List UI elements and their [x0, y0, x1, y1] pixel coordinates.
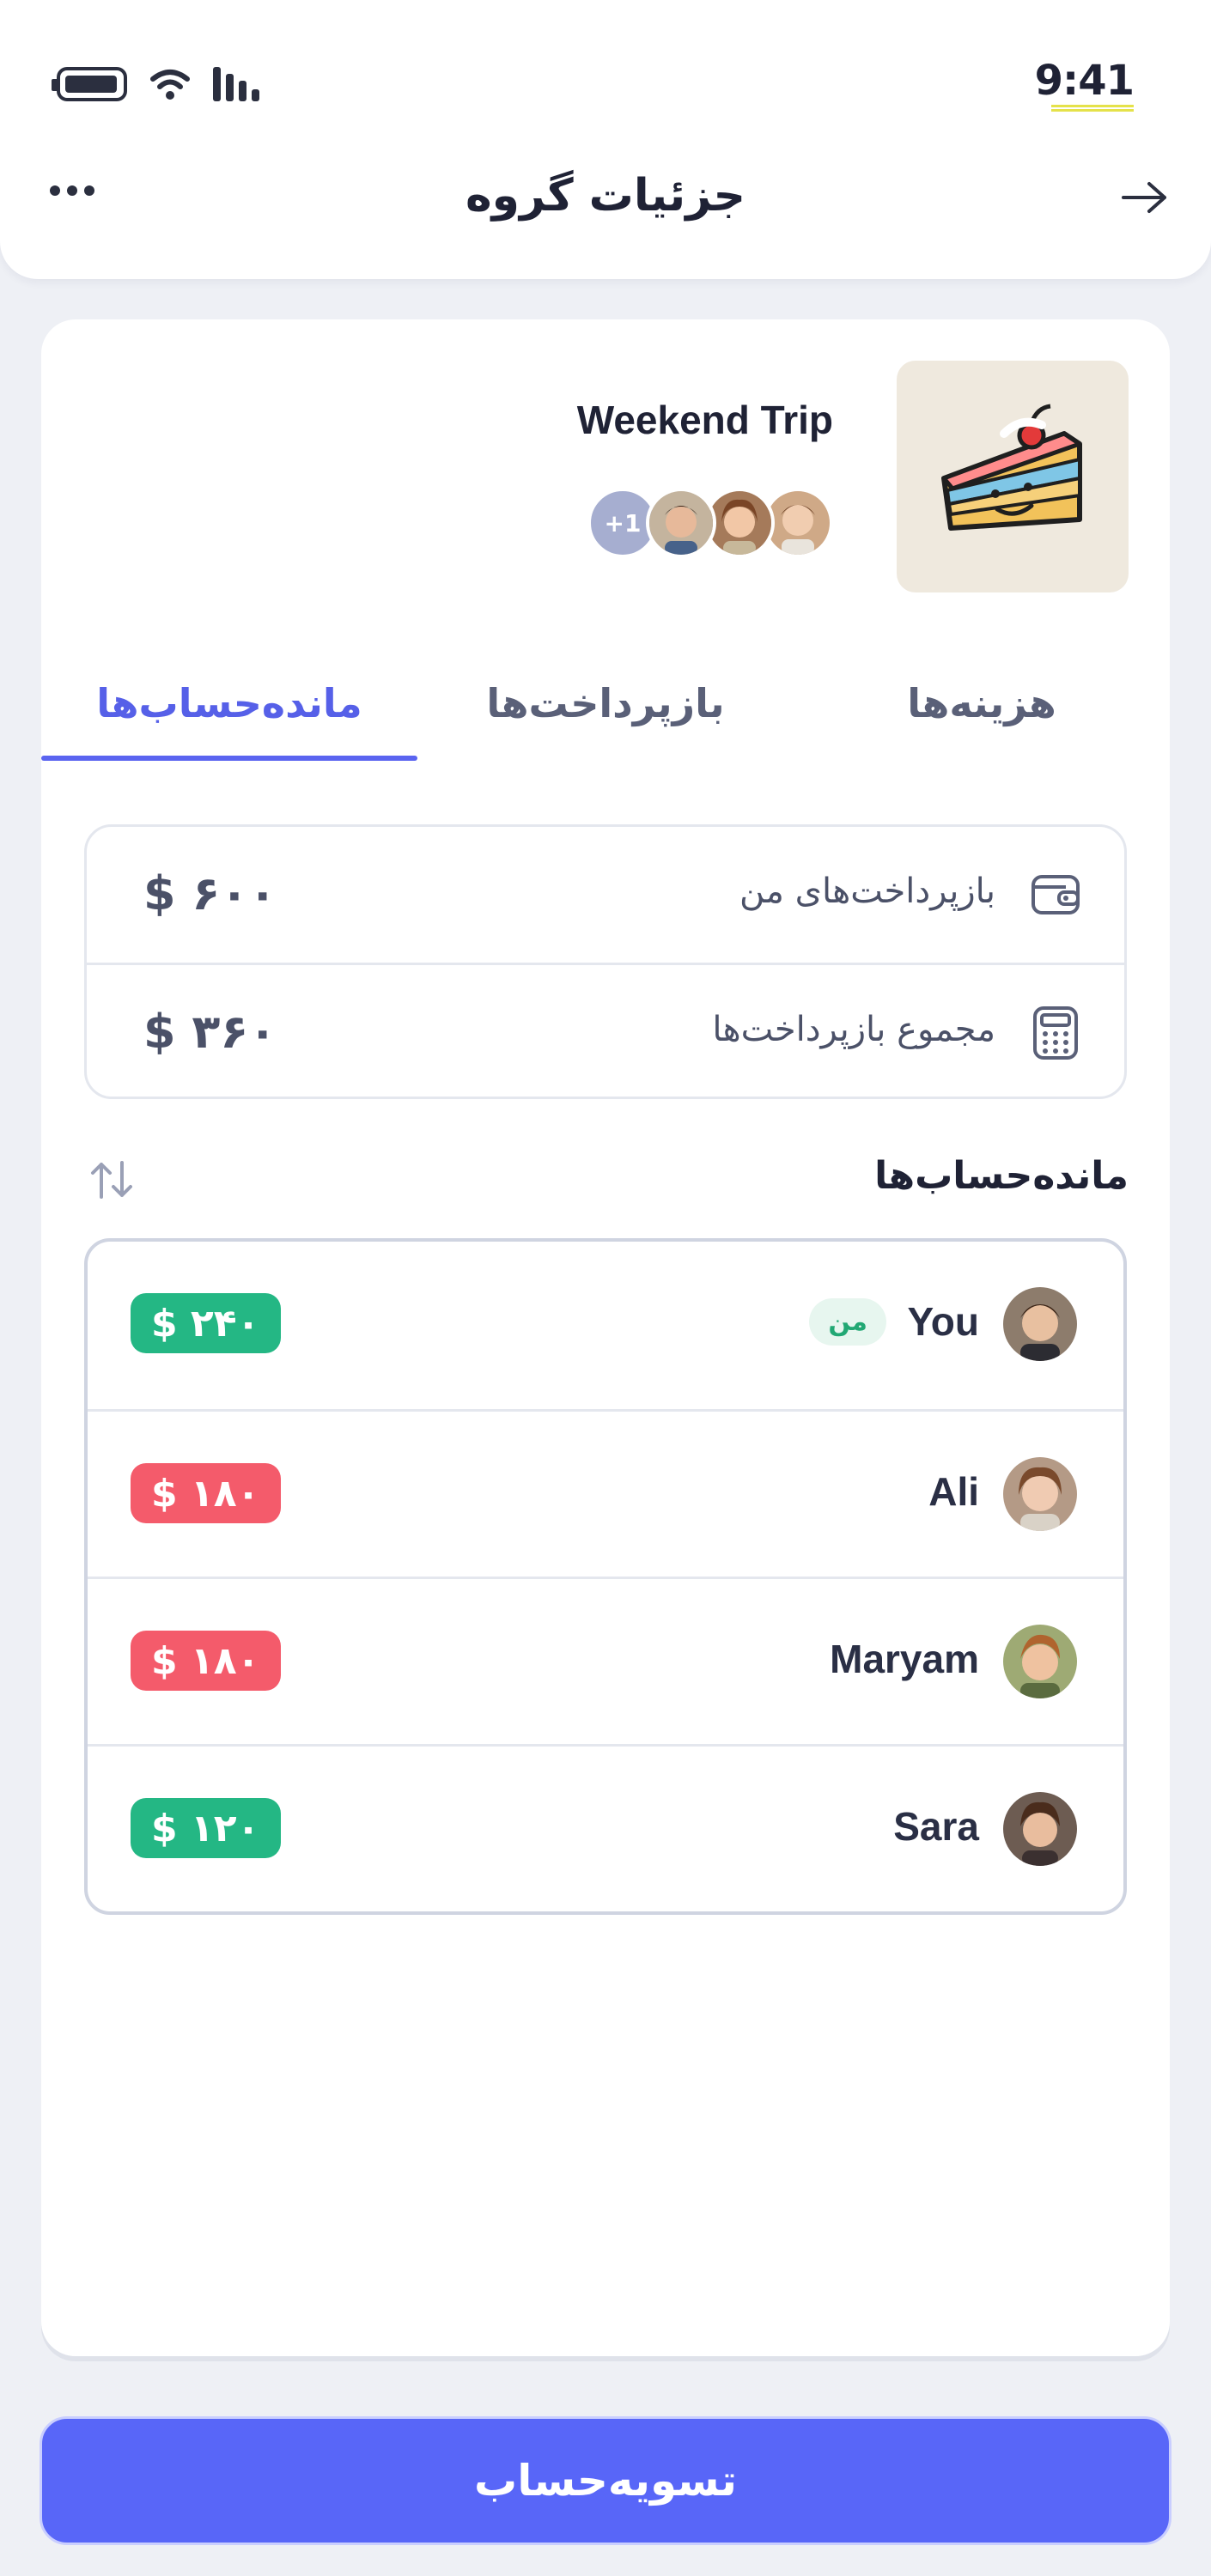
group-image [897, 361, 1129, 592]
summary-value: $ ۳۶۰ [143, 1005, 277, 1059]
header: 9:41 جزئیات گروه [0, 0, 1211, 279]
tab-balances[interactable]: مانده‌حساب‌ها [41, 680, 417, 759]
avatar [1003, 1792, 1077, 1866]
amount-badge: $ ۱۸۰ [131, 1631, 281, 1691]
group-card: Weekend Trip +1 هزینه‌ها بازپرداخت‌ها ما… [41, 319, 1170, 2356]
back-arrow-icon[interactable] [1120, 180, 1168, 215]
amount-badge: $ ۱۸۰ [131, 1463, 281, 1523]
tab-repayments[interactable]: بازپرداخت‌ها [417, 680, 794, 759]
cake-slice-icon [941, 404, 1082, 531]
avatar [646, 488, 716, 558]
page-title: جزئیات گروه [465, 170, 746, 222]
summary-row-my-repayments: بازپرداخت‌های من $ ۶۰۰ [87, 827, 1124, 963]
summary-value: $ ۶۰۰ [143, 866, 277, 920]
balance-row[interactable]: You من $ ۲۴۰ [88, 1242, 1123, 1409]
avatar [1003, 1457, 1077, 1531]
summary-label: بازپرداخت‌های من [739, 872, 995, 911]
status-time-underline [1051, 105, 1134, 112]
summary-row-total-repayments: مجموع بازپرداخت‌ها $ ۳۶۰ [87, 963, 1124, 1098]
sort-icon[interactable] [88, 1159, 136, 1200]
member-avatars[interactable]: +1 [587, 488, 833, 558]
balance-row[interactable]: Ali $ ۱۸۰ [88, 1409, 1123, 1577]
tab-expenses[interactable]: هزینه‌ها [794, 680, 1170, 759]
balances-list: You من $ ۲۴۰ Ali $ ۱۸۰ Maryam $ ۱۸۰ Sara [84, 1238, 1127, 1915]
settle-up-button[interactable]: تسویه‌حساب [40, 2416, 1171, 2545]
battery-icon [52, 67, 127, 101]
wallet-icon [1031, 875, 1080, 914]
wifi-icon [150, 70, 190, 100]
balance-row[interactable]: Maryam $ ۱۸۰ [88, 1577, 1123, 1744]
summary-label: مجموع بازپرداخت‌ها [712, 1010, 995, 1049]
amount-badge: $ ۱۲۰ [131, 1798, 281, 1858]
member-name: Ali [928, 1469, 979, 1514]
avatar [1003, 1625, 1077, 1698]
tabs: هزینه‌ها بازپرداخت‌ها مانده‌حساب‌ها [41, 680, 1170, 761]
active-tab-indicator [41, 756, 417, 761]
balances-section-title: مانده‌حساب‌ها [874, 1154, 1129, 1198]
balance-row[interactable]: Sara $ ۱۲۰ [88, 1744, 1123, 1911]
avatar [1003, 1287, 1077, 1361]
status-time: 9:41 [1034, 57, 1135, 105]
member-name: Sara [893, 1804, 979, 1849]
summary-box: بازپرداخت‌های من $ ۶۰۰ مجموع بازپرداخت‌ه… [84, 824, 1127, 1099]
group-name: Weekend Trip [576, 398, 833, 442]
amount-badge: $ ۲۴۰ [131, 1293, 281, 1353]
status-icons [52, 67, 259, 101]
member-name: You [907, 1299, 979, 1344]
member-name: Maryam [830, 1637, 979, 1681]
calculator-icon [1033, 1006, 1078, 1060]
me-badge: من [809, 1298, 886, 1346]
signal-icon [213, 67, 259, 101]
